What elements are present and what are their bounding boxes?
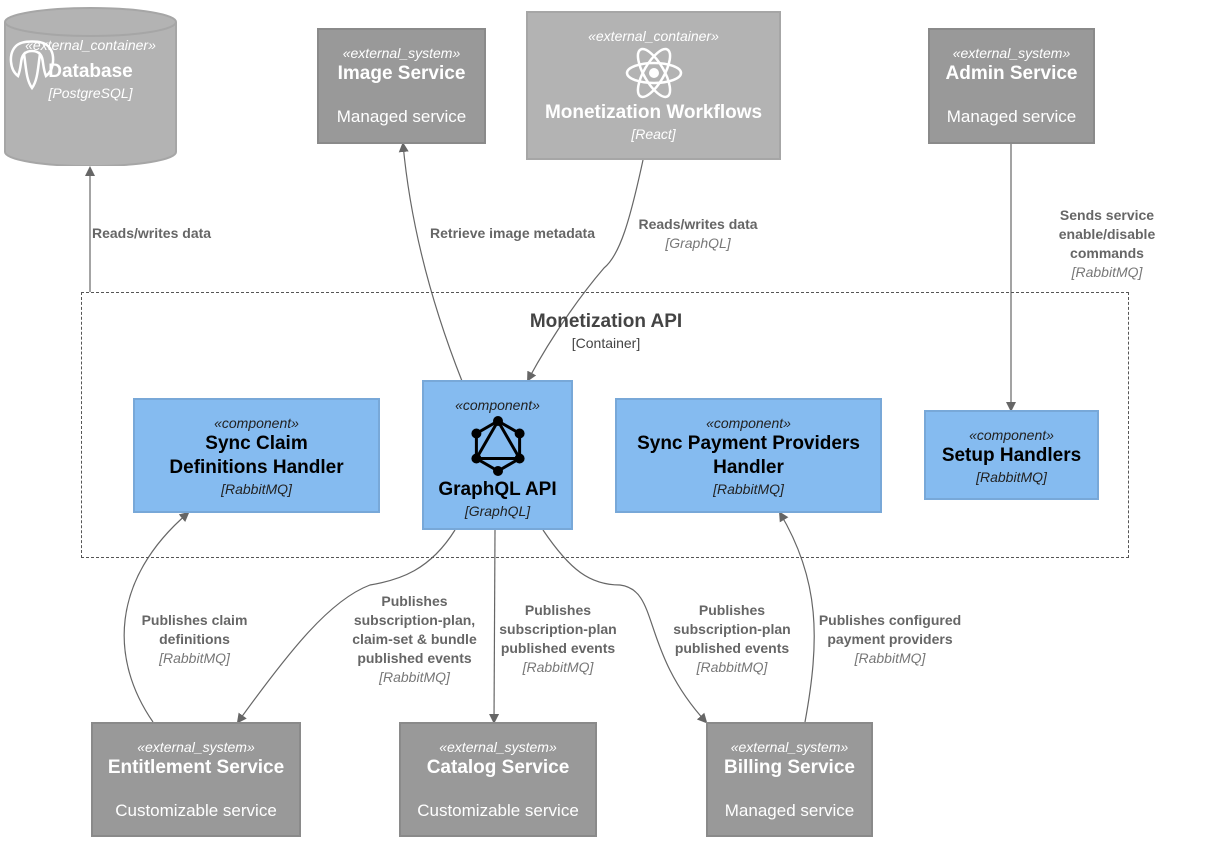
node-title: Setup Handlers (941, 445, 1082, 466)
node-entitlement-service[interactable]: «external_system» Entitlement Service Cu… (91, 722, 301, 837)
node-stereotype: «external_system» (137, 739, 255, 755)
node-title: Catalog Service (426, 757, 570, 778)
node-stereotype: «external_container» (588, 28, 719, 44)
node-stereotype: «component» (214, 415, 299, 431)
node-tech: [React] (631, 126, 676, 142)
node-stereotype: «component» (455, 397, 540, 413)
node-setup-handlers[interactable]: «component» Setup Handlers [RabbitMQ] (924, 410, 1099, 500)
edge-label-tech: [RabbitMQ] (522, 659, 594, 675)
node-tech: [RabbitMQ] (713, 481, 784, 497)
edge-label-graphql-to-catalog: Publishes subscription-plan published ev… (494, 601, 622, 677)
node-billing-service[interactable]: «external_system» Billing Service Manage… (706, 722, 873, 837)
edge-label-admin-to-setup: Sends service enable/disable commands [R… (1012, 206, 1202, 282)
node-stereotype: «component» (706, 415, 791, 431)
edge-label-tech: [GraphQL] (665, 235, 731, 251)
node-tech: [RabbitMQ] (976, 469, 1047, 485)
node-title: GraphQL API (438, 479, 557, 500)
node-stereotype: «external_system» (439, 739, 557, 755)
node-graphql-api[interactable]: «component» GraphQL API [GraphQL] (422, 380, 573, 530)
node-description: Customizable service (115, 801, 277, 820)
edge-label-text: Publishes subscription-plan, claim-set &… (352, 593, 477, 666)
node-stereotype: «external_system» (342, 45, 461, 61)
node-title: Sync Claim Definitions Handler (169, 433, 344, 478)
edge-label-entitlement-to-syncclaim: Publishes claim definitions [RabbitMQ] (132, 611, 257, 668)
edge-label-text: Retrieve image metadata (430, 225, 595, 241)
node-sync-claim-definitions-handler[interactable]: «component» Sync Claim Definitions Handl… (133, 398, 380, 513)
node-tech: [RabbitMQ] (221, 481, 292, 497)
node-title: Monetization Workflows (544, 102, 763, 123)
node-stereotype: «external_system» (730, 739, 849, 755)
edge-label-text: Publishes configured payment providers (818, 612, 962, 647)
edge-label-text: Sends service enable/disable commands (1058, 207, 1156, 261)
node-title: Billing Service (724, 757, 855, 778)
node-tech: [GraphQL] (464, 503, 531, 519)
edge-label-billing-to-syncpayment: Publishes configured payment providers [… (812, 611, 968, 668)
node-title: Admin Service (945, 63, 1078, 84)
edge-label-text: Publishes subscription-plan published ev… (673, 602, 791, 656)
node-database[interactable]: «external_container» Database [PostgreSQ… (4, 6, 177, 166)
node-description: Managed service (724, 801, 855, 820)
node-monetization-workflows[interactable]: «external_container» Monetization Workfl… (526, 11, 781, 160)
edge-label-graphql-to-billing: Publishes subscription-plan published ev… (668, 601, 796, 677)
edge-label-text: Reads/writes data (92, 225, 212, 241)
edge-label-tech: [RabbitMQ] (1071, 264, 1143, 280)
node-catalog-service[interactable]: «external_system» Catalog Service Custom… (399, 722, 597, 837)
edge-label-text: Publishes claim definitions (141, 612, 248, 647)
graphql-icon (468, 416, 528, 476)
edge-label-graphql-to-entitlement: Publishes subscription-plan, claim-set &… (343, 592, 486, 687)
node-description: Managed service (946, 107, 1077, 126)
node-admin-service[interactable]: «external_system» Admin Service Managed … (928, 28, 1095, 144)
node-stereotype: «external_system» (952, 45, 1071, 61)
edge-label-tech: [RabbitMQ] (696, 659, 768, 675)
boundary-type: [Container] (571, 335, 641, 351)
node-description: Customizable service (417, 801, 579, 820)
edge-label-text: Reads/writes data (638, 216, 758, 232)
node-title: Sync Payment Providers Handler (637, 433, 860, 478)
edge-label-api-to-db: Reads/writes data (92, 224, 232, 243)
edge-label-tech: [RabbitMQ] (379, 669, 450, 685)
node-image-service[interactable]: «external_system» Image Service Managed … (317, 28, 486, 144)
node-description: Managed service (336, 107, 467, 126)
edge-label-tech: [RabbitMQ] (159, 650, 230, 666)
edge-label-tech: [RabbitMQ] (854, 650, 926, 666)
node-stereotype: «component» (969, 427, 1054, 443)
edge-label-workflows-to-graphql: Reads/writes data [GraphQL] (628, 215, 768, 253)
boundary-title: Monetization API (529, 311, 683, 332)
edge-label-text: Publishes subscription-plan published ev… (499, 602, 617, 656)
edge-label-graphql-to-image: Retrieve image metadata (420, 224, 605, 243)
node-sync-payment-providers-handler[interactable]: «component» Sync Payment Providers Handl… (615, 398, 882, 513)
react-atom-icon (624, 47, 684, 99)
node-title: Image Service (337, 63, 466, 84)
node-title: Entitlement Service (107, 757, 285, 778)
